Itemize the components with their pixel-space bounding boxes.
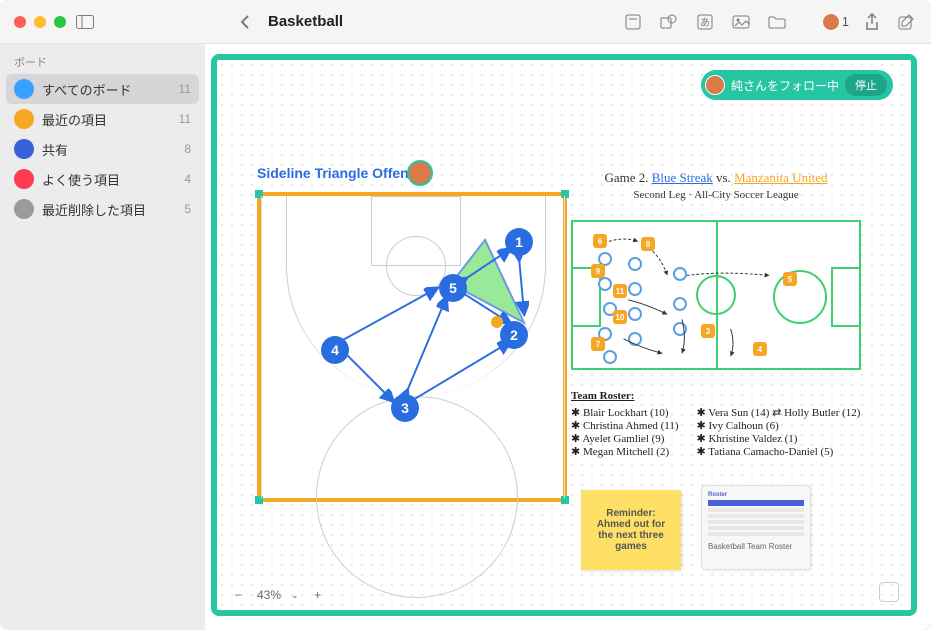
- minimize-window-icon[interactable]: [34, 16, 46, 28]
- roster-entry: Ivy Calhoun (6): [697, 419, 861, 432]
- roster-entry: Blair Lockhart (10): [571, 406, 679, 419]
- avatar-icon: [705, 75, 725, 95]
- game-subtitle: Second Leg · All-City Soccer League: [633, 189, 798, 201]
- sidebar-item-icon: [14, 199, 34, 219]
- roster-entry: Vera Sun (14) ⇄ Holly Butler (12): [697, 406, 861, 419]
- sidebar-item[interactable]: すべてのボード 11: [6, 74, 199, 104]
- resize-handle[interactable]: [561, 496, 569, 504]
- sticky-note-tool-icon[interactable]: [622, 11, 644, 33]
- board-title: Basketball: [268, 13, 343, 30]
- canvas-frame[interactable]: 純さんをフォロー中 停止 Sideline Triangle Offen: [211, 54, 917, 616]
- sidebar-item-badge: 5: [184, 202, 191, 216]
- avatar-icon: [822, 13, 840, 31]
- share-icon[interactable]: [861, 11, 883, 33]
- chevron-down-icon[interactable]: ⌄: [291, 590, 299, 601]
- sidebar-item-badge: 8: [184, 142, 191, 156]
- sidebar-item[interactable]: 共有 8: [0, 134, 205, 164]
- stop-follow-button[interactable]: 停止: [845, 74, 887, 96]
- roster-entry: Ayelet Gamliel (9): [571, 432, 679, 445]
- sidebar-item-icon: [14, 139, 34, 159]
- follow-pill: 純さんをフォロー中 停止: [701, 70, 893, 100]
- zoom-out-button[interactable]: −: [229, 588, 247, 602]
- sidebar-item-badge: 11: [179, 112, 191, 126]
- media-tool-icon[interactable]: [730, 11, 752, 33]
- court-diagram[interactable]: Sideline Triangle Offen: [257, 160, 577, 502]
- player-marker[interactable]: 5: [439, 274, 467, 302]
- basketball-court[interactable]: 1 2 3 4 5: [257, 192, 567, 502]
- roster-entry: Khristine Valdez (1): [697, 432, 861, 445]
- collaborator-cursor-avatar: [407, 160, 433, 186]
- resize-handle[interactable]: [255, 190, 263, 198]
- roster-entry: Christina Ahmed (11): [571, 419, 679, 432]
- grid-toggle-button[interactable]: [879, 582, 899, 602]
- player-marker[interactable]: 4: [321, 336, 349, 364]
- sidebar-item[interactable]: 最近削除した項目 5: [0, 194, 205, 224]
- sidebar-item-badge: 11: [179, 82, 191, 96]
- soccer-field[interactable]: 68911107345: [571, 220, 861, 370]
- sidebar-item[interactable]: 最近の項目 11: [0, 104, 205, 134]
- player-marker[interactable]: 3: [391, 394, 419, 422]
- fullscreen-window-icon[interactable]: [54, 16, 66, 28]
- sidebar-item-icon: [14, 169, 34, 189]
- file-tool-icon[interactable]: [766, 11, 788, 33]
- canvas-area[interactable]: 純さんをフォロー中 停止 Sideline Triangle Offen: [205, 44, 931, 630]
- sidebar-item-label: 最近削除した項目: [42, 200, 146, 219]
- compose-icon[interactable]: [895, 11, 917, 33]
- sidebar-header: ボード: [0, 50, 205, 74]
- close-window-icon[interactable]: [14, 16, 26, 28]
- team-b: Manzanita United: [734, 170, 828, 185]
- zoom-controls: − 43% ⌄ +: [229, 588, 327, 602]
- resize-handle[interactable]: [561, 190, 569, 198]
- sidebar-item-label: よく使う項目: [42, 170, 120, 189]
- sidebar-item[interactable]: よく使う項目 4: [0, 164, 205, 194]
- sticky-text: Reminder: Ahmed out for the next three g…: [591, 508, 671, 552]
- back-button[interactable]: [234, 11, 256, 33]
- court-title: Sideline Triangle Offen: [257, 165, 409, 181]
- roster-title: Team Roster:: [571, 390, 861, 402]
- presence-count: 1: [842, 14, 849, 29]
- zoom-level[interactable]: 43%: [257, 588, 281, 602]
- sidebar: ボード すべてのボード 11 最近の項目 11 共有 8 よく使う項目 4 最近…: [0, 44, 205, 630]
- sidebar-item-badge: 4: [184, 172, 191, 186]
- text-tool-icon[interactable]: あ: [694, 11, 716, 33]
- game-heading: Game 2. Blue Streak vs. Manzanita United…: [571, 170, 861, 202]
- roster-entry: Tatiana Camacho-Daniel (5): [697, 445, 861, 458]
- player-marker[interactable]: 2: [500, 321, 528, 349]
- document-thumbnail[interactable]: Roster Basketball Team Roster: [701, 485, 811, 570]
- zoom-in-button[interactable]: +: [309, 588, 327, 602]
- sidebar-item-icon: [14, 109, 34, 129]
- sticky-note[interactable]: Reminder: Ahmed out for the next three g…: [581, 490, 681, 570]
- roster-entry: Megan Mitchell (2): [571, 445, 679, 458]
- window-controls: [14, 16, 66, 28]
- ball-icon[interactable]: [491, 316, 503, 328]
- sidebar-item-label: すべてのボード: [42, 80, 132, 99]
- titlebar: Basketball あ 1: [0, 0, 931, 44]
- shape-tool-icon[interactable]: [658, 11, 680, 33]
- player-marker[interactable]: 1: [505, 228, 533, 256]
- presence-indicator[interactable]: 1: [822, 13, 849, 31]
- team-a: Blue Streak: [652, 170, 713, 185]
- sidebar-toggle-icon[interactable]: [74, 11, 96, 33]
- roster-text: Team Roster: Blair Lockhart (10)Christin…: [571, 390, 861, 458]
- svg-text:あ: あ: [700, 17, 710, 29]
- follow-label: 純さんをフォロー中: [731, 77, 839, 94]
- resize-handle[interactable]: [255, 496, 263, 504]
- sidebar-item-icon: [14, 79, 34, 99]
- sidebar-item-label: 最近の項目: [42, 110, 107, 129]
- sidebar-item-label: 共有: [42, 140, 68, 159]
- thumbnail-caption: Basketball Team Roster: [708, 542, 804, 551]
